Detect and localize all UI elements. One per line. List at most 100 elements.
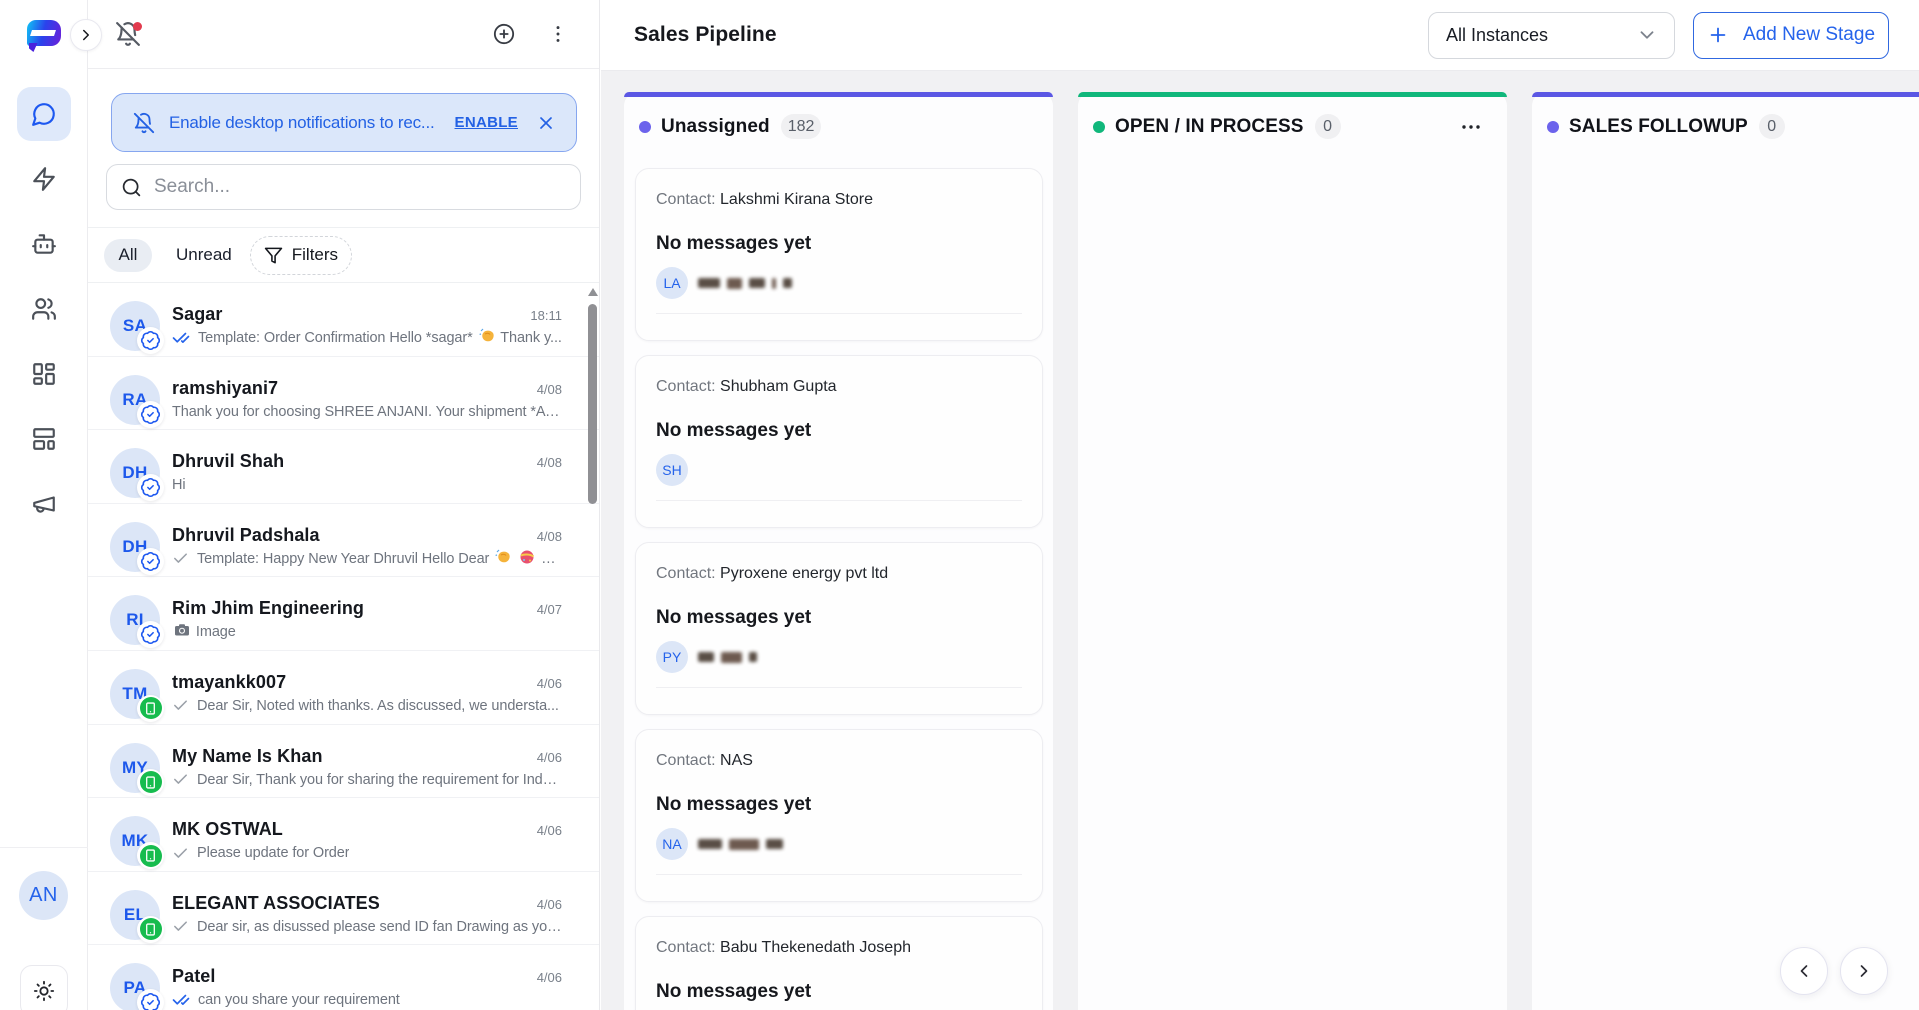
board-scroll-left-button[interactable] xyxy=(1780,947,1828,995)
chevron-right-icon xyxy=(1854,961,1874,981)
sent-check-icon xyxy=(172,697,189,714)
filters-chip[interactable]: Filters xyxy=(250,236,352,275)
chat-list-scroll-up-arrow[interactable] xyxy=(588,288,598,296)
card-contact-line: Contact: Pyroxene energy pvt ltd xyxy=(656,562,1022,586)
chat-time: 4/08 xyxy=(537,455,562,470)
chat-list-item[interactable]: TM tmayankk007 4/06 Dear Sir, Noted with… xyxy=(88,651,599,725)
chat-list-item[interactable]: PA Patel 4/06 can you share your require… xyxy=(88,945,599,1010)
chat-list-item[interactable]: EL ELEGANT ASSOCIATES 4/06 Dear sir, as … xyxy=(88,872,599,946)
chat-menu-button[interactable] xyxy=(537,13,579,55)
contact-tags-redacted xyxy=(698,278,792,289)
rail-item-contacts[interactable] xyxy=(17,282,71,336)
banner-close-button[interactable] xyxy=(534,111,558,135)
enable-notifications-link[interactable]: ENABLE xyxy=(447,114,518,131)
column-title: OPEN / IN PROCESS xyxy=(1115,116,1304,138)
card-message: No messages yet xyxy=(656,231,1022,257)
avatar: RA xyxy=(110,375,160,425)
theme-toggle-button[interactable] xyxy=(20,965,68,1010)
pipeline-column: Unassigned 182 Contact: Lakshmi Kirana S… xyxy=(624,92,1053,1010)
wave-emoji xyxy=(495,549,511,565)
chat-list-item[interactable]: RA ramshiyani7 4/08 Thank you for choosi… xyxy=(88,357,599,431)
verified-badge-icon xyxy=(137,327,164,354)
collapse-sidebar-button[interactable] xyxy=(70,19,102,51)
notifications-muted-button[interactable] xyxy=(107,13,149,55)
chevron-down-icon xyxy=(1636,24,1658,46)
layout-dashboard-icon xyxy=(31,361,57,387)
chat-name: Dhruvil Shah xyxy=(172,449,527,473)
card-avatar: SH xyxy=(656,454,688,486)
chevron-left-icon xyxy=(1794,961,1814,981)
rail-item-chats[interactable] xyxy=(17,87,71,141)
column-title: SALES FOLLOWUP xyxy=(1569,116,1748,138)
chat-list-item[interactable]: MY My Name Is Khan 4/06 Dear Sir, Thank … xyxy=(88,725,599,799)
chat-name: MK OSTWAL xyxy=(172,817,527,841)
pipeline-card[interactable]: Contact: NAS No messages yet NA xyxy=(635,729,1043,902)
phone-badge-icon xyxy=(137,695,164,722)
add-new-stage-button[interactable]: Add New Stage xyxy=(1693,12,1889,59)
kebab-menu-icon xyxy=(547,23,569,45)
column-count-badge: 0 xyxy=(1315,114,1341,139)
page-title: Sales Pipeline xyxy=(634,23,777,47)
chat-panel: Enable desktop notifications to rec... E… xyxy=(88,0,600,1010)
chat-name: Sagar xyxy=(172,302,520,326)
phone-badge-icon xyxy=(137,842,164,869)
card-avatar: LA xyxy=(656,267,688,299)
card-avatar: PY xyxy=(656,641,688,673)
user-avatar[interactable]: AN xyxy=(19,871,68,920)
funnel-icon xyxy=(264,246,283,265)
phone-badge-icon xyxy=(137,769,164,796)
avatar: EL xyxy=(110,890,160,940)
read-double-check-icon xyxy=(172,991,190,1009)
chat-list-scrollbar-thumb[interactable] xyxy=(588,304,597,504)
layout-template-icon xyxy=(31,426,57,452)
new-chat-button[interactable] xyxy=(483,13,525,55)
rail-item-templates[interactable] xyxy=(17,412,71,466)
rail-item-dashboard[interactable] xyxy=(17,347,71,401)
main-area: Sales Pipeline All Instances Add New Sta… xyxy=(601,0,1919,1010)
megaphone-icon xyxy=(31,491,57,517)
chat-preview: Dear sir, as disussed please send ID fan… xyxy=(197,915,562,939)
avatar: SA xyxy=(110,301,160,351)
pipeline-board: Unassigned 182 Contact: Lakshmi Kirana S… xyxy=(601,71,1919,1010)
chat-panel-topbar xyxy=(88,0,599,69)
board-scroll-right-button[interactable] xyxy=(1840,947,1888,995)
column-menu-button[interactable] xyxy=(1459,115,1483,139)
verified-badge-icon xyxy=(137,989,164,1010)
pipeline-column: SALES FOLLOWUP 0 xyxy=(1532,92,1919,1010)
filter-unread-chip[interactable]: Unread xyxy=(176,245,232,265)
rail-item-bot[interactable] xyxy=(17,217,71,271)
chat-list-item[interactable]: DH Dhruvil Padshala 4/08 Template: Happy… xyxy=(88,504,599,578)
sent-check-icon xyxy=(172,918,189,935)
pipeline-card[interactable]: Contact: Lakshmi Kirana Store No message… xyxy=(635,168,1043,341)
verified-badge-icon xyxy=(137,401,164,428)
main-header: Sales Pipeline All Instances Add New Sta… xyxy=(601,0,1919,71)
rail-item-broadcast[interactable] xyxy=(17,477,71,531)
chat-name: Rim Jhim Engineering xyxy=(172,596,527,620)
chat-name: ELEGANT ASSOCIATES xyxy=(172,891,527,915)
instance-filter-value: All Instances xyxy=(1446,25,1548,46)
chat-time: 4/06 xyxy=(537,970,562,985)
chat-time: 4/06 xyxy=(537,750,562,765)
pipeline-card[interactable]: Contact: Shubham Gupta No messages yet S… xyxy=(635,355,1043,528)
chat-list-item[interactable]: RI Rim Jhim Engineering 4/07 Image xyxy=(88,577,599,651)
verified-badge-icon xyxy=(137,621,164,648)
chat-list-item[interactable]: DH Dhruvil Shah 4/08 Hi xyxy=(88,430,599,504)
chat-list-item[interactable]: MK MK OSTWAL 4/06 Please update for Orde… xyxy=(88,798,599,872)
card-message: No messages yet xyxy=(656,605,1022,631)
notification-banner: Enable desktop notifications to rec... E… xyxy=(111,93,577,152)
chat-preview: Image xyxy=(172,620,236,644)
rail-item-automation[interactable] xyxy=(17,152,71,206)
filter-all-chip[interactable]: All xyxy=(104,239,152,272)
search-input[interactable] xyxy=(154,176,566,198)
instance-filter-select[interactable]: All Instances xyxy=(1428,12,1675,59)
chat-list-item[interactable]: SA Sagar 18:11 Template: Order Confirmat… xyxy=(88,283,599,357)
card-contact-line: Contact: Shubham Gupta xyxy=(656,375,1022,399)
column-dot xyxy=(1547,121,1559,133)
pipeline-card[interactable]: Contact: Babu Thekenedath Joseph No mess… xyxy=(635,916,1043,1010)
pipeline-card[interactable]: Contact: Pyroxene energy pvt ltd No mess… xyxy=(635,542,1043,715)
chat-preview: Template: Order Confirmation Hello *saga… xyxy=(198,326,562,350)
bot-icon xyxy=(31,231,57,257)
wave-emoji xyxy=(479,328,495,344)
chat-name: ramshiyani7 xyxy=(172,376,527,400)
sent-check-icon xyxy=(172,845,189,862)
